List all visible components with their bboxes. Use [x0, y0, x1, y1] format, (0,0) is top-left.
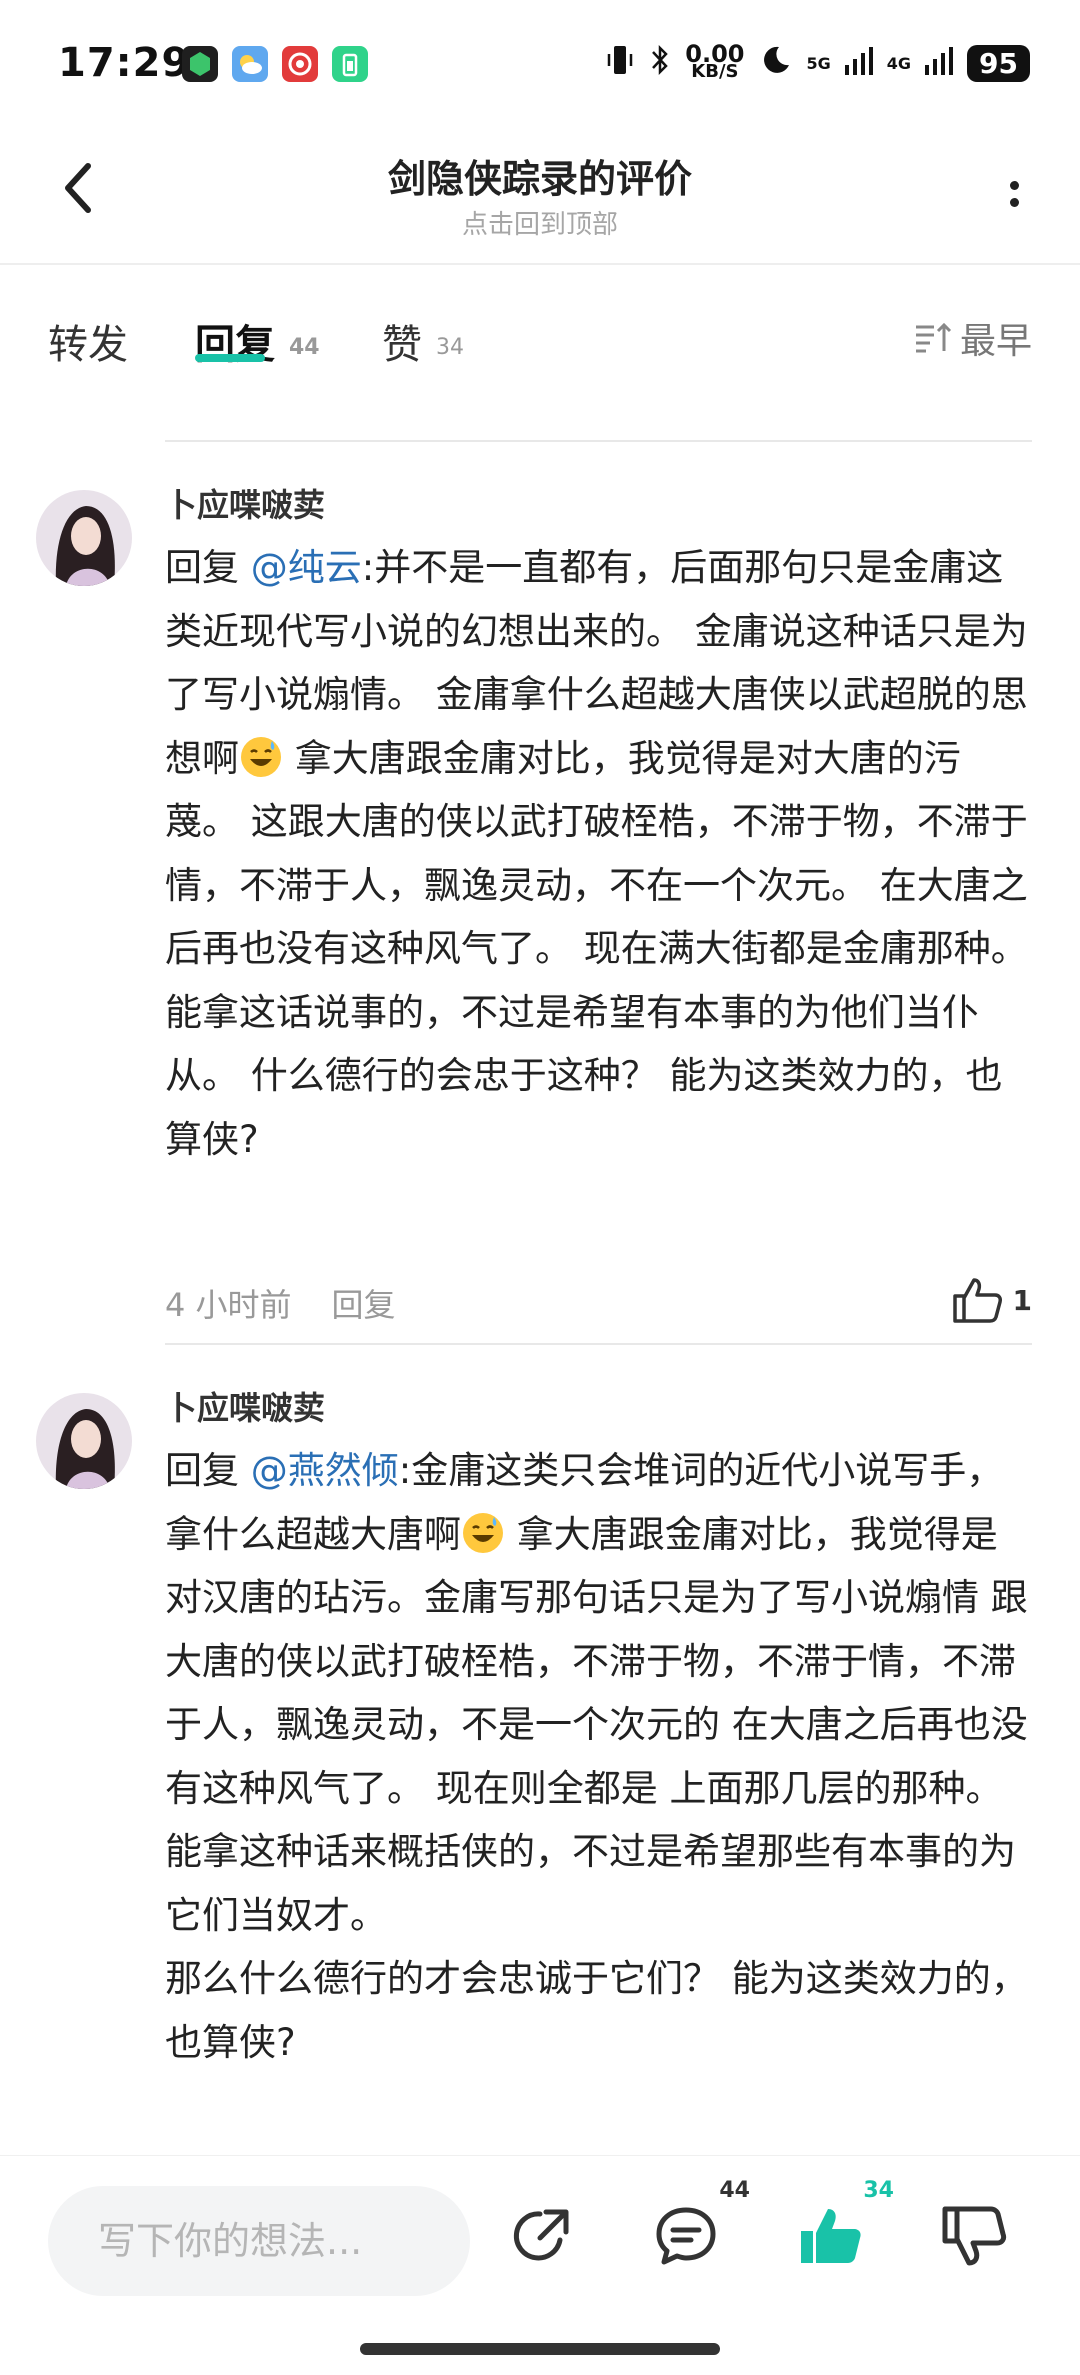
weather-app-icon — [232, 46, 268, 82]
mention-link[interactable]: @燕然倾 — [251, 1449, 399, 1492]
share-button[interactable] — [502, 2196, 582, 2276]
page-header: 剑隐侠踪录的评价 点击回到顶部 — [0, 130, 1080, 265]
active-tab-indicator — [195, 354, 265, 362]
comments-count-badge: 44 — [719, 2178, 750, 2203]
status-app-icons — [182, 46, 368, 82]
mention-link[interactable]: @纯云 — [251, 546, 362, 589]
divider — [165, 1343, 1032, 1345]
network-speed: 0.00 KB/S — [685, 40, 745, 82]
bluetooth-icon — [649, 42, 671, 84]
battery-level: 95 — [967, 44, 1030, 82]
vibrate-icon — [605, 42, 635, 84]
dislike-button[interactable] — [934, 2196, 1014, 2276]
comment-time: 4 小时前 — [165, 1286, 292, 1324]
sort-button[interactable]: 最早 — [914, 312, 1032, 364]
status-time: 17:29 — [58, 40, 191, 86]
signal-5g-label: 5G — [806, 53, 831, 73]
comments-button[interactable]: 44 — [646, 2178, 750, 2276]
status-bar: 17:29 0.00 KB/S 5G 4G 95 — [0, 0, 1080, 120]
tab-likes[interactable]: 赞 34 — [382, 312, 464, 370]
signal-5g-icon — [844, 45, 873, 81]
avatar[interactable] — [36, 1393, 132, 1489]
app-notification-icon — [182, 46, 218, 82]
status-indicators: 0.00 KB/S 5G 4G 95 — [605, 42, 1030, 84]
thumbs-down-icon — [942, 2206, 1007, 2266]
avatar[interactable] — [36, 490, 132, 586]
comment-author[interactable]: 卜应喋啵荬 — [165, 480, 325, 526]
comment-input[interactable]: 写下你的想法... — [48, 2186, 470, 2296]
comment-meta: 4 小时前 回复 — [165, 1280, 396, 1326]
reply-button[interactable]: 回复 — [332, 1280, 396, 1326]
comment-text: 回复 @燕然倾:金庸这类只会堆词的近代小说写手，拿什么超越大唐啊 拿大唐跟金庸对… — [165, 1449, 1028, 2064]
like-post-button[interactable]: 34 — [790, 2178, 894, 2276]
tab-repost[interactable]: 转发 — [48, 312, 128, 370]
dot-icon — [1009, 181, 1019, 190]
divider — [165, 440, 1032, 442]
comment-author[interactable]: 卜应喋啵荬 — [165, 1383, 325, 1429]
signal-4g-label: 4G — [886, 53, 912, 73]
share-icon — [513, 2209, 569, 2261]
home-indicator[interactable] — [360, 2343, 720, 2355]
thumbs-up-filled-icon — [801, 2209, 861, 2263]
comment-text: 回复 @纯云:并不是一直都有，后面那句只是金庸这类近现代写小说的幻想出来的。 金… — [165, 546, 1028, 1161]
sweat-smile-emoji-icon — [241, 736, 281, 777]
sort-icon — [915, 322, 952, 353]
target-app-icon — [282, 46, 318, 82]
page-title[interactable]: 剑隐侠踪录的评价 — [0, 148, 1080, 203]
sort-label: 最早 — [959, 321, 1032, 362]
tab-likes-count: 34 — [436, 334, 464, 360]
battery-app-icon — [332, 46, 368, 82]
dot-icon — [1009, 198, 1019, 207]
do-not-disturb-icon — [759, 43, 793, 83]
like-count: 1 — [1012, 1283, 1032, 1317]
comment-bubble-icon — [656, 2207, 716, 2265]
like-count-badge: 34 — [863, 2178, 894, 2203]
scroll-to-top-hint[interactable]: 点击回到顶部 — [0, 204, 1080, 241]
more-options-button[interactable] — [984, 164, 1044, 224]
bottom-action-bar: 写下你的想法... 44 34 — [0, 2155, 1080, 2320]
sweat-smile-emoji-icon — [463, 1512, 503, 1553]
signal-4g-icon — [925, 45, 954, 81]
like-button[interactable]: 1 — [951, 1276, 1032, 1324]
tab-replies-count: 44 — [289, 334, 320, 360]
thumbs-up-icon — [952, 1278, 1002, 1323]
